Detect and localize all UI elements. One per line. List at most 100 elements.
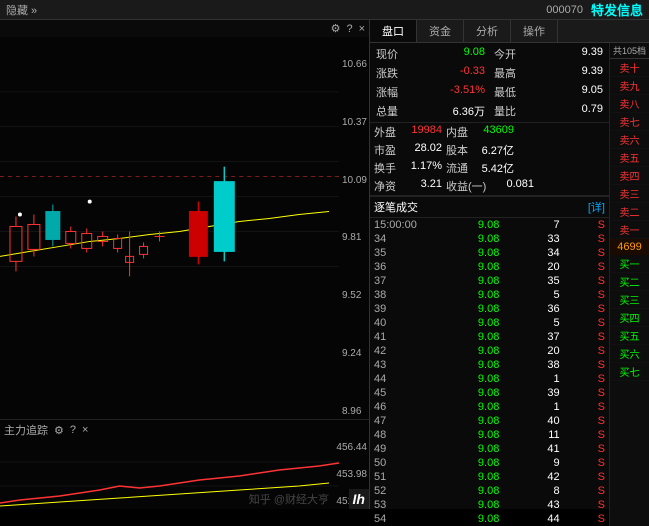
trans-vol: 37 — [530, 331, 560, 343]
trans-price: 9.08 — [459, 359, 499, 371]
trans-type: S — [590, 275, 605, 287]
outer-value: 19984 — [402, 124, 442, 140]
trans-price: 9.08 — [459, 261, 499, 273]
transaction-row: 36 9.08 20 S — [370, 260, 609, 274]
trans-type: S — [590, 485, 605, 497]
price-level-7: 8.96 — [342, 406, 367, 417]
transaction-list: 15:00:00 9.08 7 S 34 9.08 33 S 35 9.08 3… — [370, 218, 609, 526]
left-panel: ⚙ ? × 10.66 10.37 10.09 9.81 9.52 9.24 8… — [0, 20, 370, 509]
price-level-2: 10.37 — [342, 117, 367, 128]
trans-price: 9.08 — [459, 471, 499, 483]
trans-vol: 33 — [530, 233, 560, 245]
tab-zijin[interactable]: 资金 — [417, 20, 464, 42]
current-price-value: 9.08 — [464, 46, 485, 62]
price-level-3: 10.09 — [342, 175, 367, 186]
main-container: ⚙ ? × 10.66 10.37 10.09 9.81 9.52 9.24 8… — [0, 20, 649, 509]
cursor-label: Ih — [349, 489, 369, 509]
trans-vol: 44 — [530, 513, 560, 525]
trans-time: 37 — [374, 275, 429, 287]
stock-info-grid: 现价 9.08 今开 9.39 涨跌 -0.33 最高 9.39 — [370, 43, 609, 122]
trans-type: S — [590, 387, 605, 399]
trans-price: 9.08 — [459, 275, 499, 287]
hide-control[interactable]: 隐藏 » — [6, 2, 37, 18]
bottom-help-icon[interactable]: ? — [70, 424, 76, 436]
trans-type: S — [590, 471, 605, 483]
transaction-detail[interactable]: [详] — [588, 199, 605, 215]
book-label: 股本 — [446, 142, 474, 158]
trans-time: 35 — [374, 247, 429, 259]
trans-price: 9.08 — [459, 247, 499, 259]
trans-time: 51 — [374, 471, 429, 483]
open-row: 今开 9.39 — [490, 45, 607, 63]
trans-time: 43 — [374, 359, 429, 371]
transaction-row: 53 9.08 43 S — [370, 498, 609, 512]
trans-type: S — [590, 513, 605, 525]
trans-time: 49 — [374, 443, 429, 455]
bottom-price-1: 456.44 — [336, 442, 367, 453]
bottom-chart: 主力追踪 ⚙ ? × 456.44 453.98 451.53 知乎 — [0, 419, 369, 509]
float-value: 5.42亿 — [474, 160, 514, 176]
bottom-settings-icon[interactable]: ⚙ — [54, 424, 64, 437]
sell-9: 卖九 — [610, 77, 649, 95]
close-icon[interactable]: × — [359, 23, 365, 35]
trans-time: 50 — [374, 457, 429, 469]
bottom-price-2: 453.98 — [336, 469, 367, 480]
outer-inner-row: 外盘 19984 内盘 43609 — [370, 122, 609, 141]
trans-vol: 41 — [530, 443, 560, 455]
trans-time: 39 — [374, 303, 429, 315]
trans-type: S — [590, 499, 605, 511]
price-level-4: 9.81 — [342, 232, 367, 243]
tab-caozuo[interactable]: 操作 — [511, 20, 558, 42]
sell-6: 卖六 — [610, 131, 649, 149]
sell-7: 卖七 — [610, 113, 649, 131]
transaction-row: 52 9.08 8 S — [370, 484, 609, 498]
buy-5: 买五 — [610, 327, 649, 345]
tab-fenxi[interactable]: 分析 — [464, 20, 511, 42]
trans-vol: 20 — [530, 345, 560, 357]
sell-8: 卖八 — [610, 95, 649, 113]
watermark: 知乎 @财经大亨 — [249, 491, 329, 507]
total-holders: 共105档 — [610, 43, 649, 59]
price-level-6: 9.24 — [342, 348, 367, 359]
book-value: 6.27亿 — [474, 142, 514, 158]
right-panel-content: 现价 9.08 今开 9.39 涨跌 -0.33 最高 9.39 — [370, 43, 649, 526]
trans-vol: 43 — [530, 499, 560, 511]
transaction-row: 47 9.08 40 S — [370, 414, 609, 428]
trans-time: 53 — [374, 499, 429, 511]
trans-time: 52 — [374, 485, 429, 497]
high-value: 9.39 — [582, 65, 603, 81]
vol-ratio-row: 量比 0.79 — [490, 102, 607, 120]
hide-label[interactable]: 隐藏 » — [6, 5, 37, 17]
trans-time: 34 — [374, 233, 429, 245]
net-asset-label: 净资 — [374, 178, 402, 194]
price-axis: 10.66 10.37 10.09 9.81 9.52 9.24 8.96 — [342, 57, 367, 419]
bottom-close-icon[interactable]: × — [82, 424, 88, 436]
trans-vol: 5 — [530, 317, 560, 329]
low-value: 9.05 — [582, 84, 603, 100]
high-row: 最高 9.39 — [490, 64, 607, 82]
trans-vol: 5 — [530, 289, 560, 301]
trans-price: 9.08 — [459, 513, 499, 525]
main-track-label: 主力追踪 — [4, 422, 48, 438]
tab-pankou[interactable]: 盘口 — [370, 20, 417, 42]
transaction-row: 40 9.08 5 S — [370, 316, 609, 330]
float-label: 流通 — [446, 160, 474, 176]
help-icon[interactable]: ? — [346, 23, 352, 35]
settings-icon[interactable]: ⚙ — [331, 22, 341, 35]
trans-price: 9.08 — [459, 233, 499, 245]
trans-vol: 1 — [530, 373, 560, 385]
transaction-row: 42 9.08 20 S — [370, 344, 609, 358]
candle-chart-area: 10.66 10.37 10.09 9.81 9.52 9.24 8.96 — [0, 37, 369, 419]
pe-label: 市盈 — [374, 142, 402, 158]
trans-vol: 34 — [530, 247, 560, 259]
trans-vol: 20 — [530, 261, 560, 273]
price-level-1: 10.66 — [342, 59, 367, 70]
main-info-content: 现价 9.08 今开 9.39 涨跌 -0.33 最高 9.39 — [370, 43, 609, 526]
trans-time: 45 — [374, 387, 429, 399]
sell-5: 卖五 — [610, 149, 649, 167]
trans-vol: 8 — [530, 485, 560, 497]
stock-code: 000070 — [546, 4, 583, 16]
trans-type: S — [590, 289, 605, 301]
trans-time: 42 — [374, 345, 429, 357]
trans-price: 9.08 — [459, 289, 499, 301]
